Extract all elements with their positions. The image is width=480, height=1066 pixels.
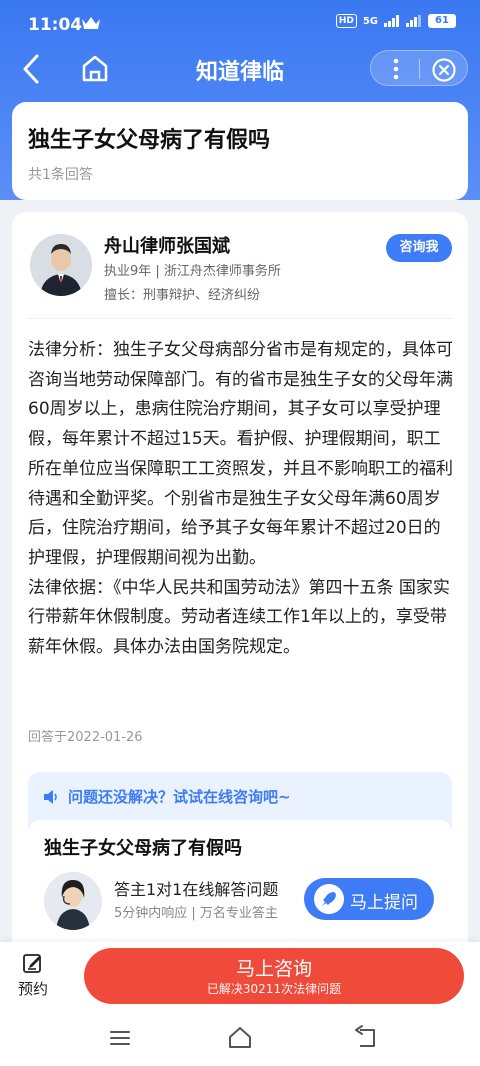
hd-badge: HD: [335, 14, 357, 28]
signal-icon: [384, 15, 399, 27]
agent-avatar: [44, 872, 102, 930]
speaker-icon: [44, 789, 57, 804]
divider: [28, 318, 452, 319]
promo-line-1: 答主1对1在线解答问题: [114, 880, 279, 899]
rocket-icon: [314, 884, 344, 914]
lawyer-meta: 执业9年 | 浙江舟杰律师事务所: [104, 264, 281, 279]
more-icon[interactable]: [387, 57, 405, 81]
question-card: 独生子女父母病了有假吗 共1条回答: [12, 102, 468, 200]
answer-count: 共1条回答: [28, 167, 93, 183]
answer-body: 法律分析：独生子女父母病部分省市是有规定的，具体可咨询当地劳动保障部门。有的省市…: [28, 336, 454, 663]
status-time: 11:04: [28, 15, 83, 35]
answer-basis: 法律依据：《中华人民共和国劳动法》第四十五条 国家实行带薪年休假制度。劳动者连续…: [28, 577, 450, 658]
navigation-bar: 知道律临: [0, 48, 480, 92]
edit-icon: [23, 954, 41, 973]
ask-now-button[interactable]: 马上提问: [304, 878, 434, 920]
reserve-button[interactable]: 预约: [10, 952, 56, 999]
capsule-divider: [419, 59, 420, 79]
close-icon[interactable]: [431, 57, 457, 83]
promo-heading-text: 问题还没解决？试试在线咨询吧~: [68, 788, 291, 806]
question-title: 独生子女父母病了有假吗: [28, 128, 271, 153]
answer-analysis: 法律分析：独生子女父母病部分省市是有规定的，具体可咨询当地劳动保障部门。有的省市…: [28, 340, 453, 568]
lawyer-name[interactable]: 舟山律师张国斌: [104, 232, 230, 258]
menu-icon[interactable]: [108, 1028, 132, 1048]
consult-now-label: 马上咨询: [235, 958, 312, 980]
lawyer-photo-icon: [30, 234, 92, 296]
promo-heading: 问题还没解决？试试在线咨询吧~: [42, 786, 291, 807]
system-home-icon[interactable]: [226, 1024, 254, 1050]
ask-now-label: 马上提问: [350, 893, 418, 913]
system-navigation: [0, 1022, 480, 1062]
system-back-icon[interactable]: [352, 1024, 380, 1050]
bottom-bar: 预约 马上咨询 已解决30211次法律问题: [0, 942, 480, 1066]
answer-date: 回答于2022-01-26: [28, 730, 143, 745]
consult-now-subtitle: 已解决30211次法律问题: [206, 982, 342, 996]
battery-icon: 61: [428, 14, 456, 28]
mini-program-capsule: [370, 50, 468, 86]
status-indicators: HD 5G 61: [335, 14, 456, 28]
promo-line-2: 5分钟内响应 | 万名专业答主: [114, 906, 278, 921]
promo-question-title: 独生子女父母病了有假吗: [44, 838, 242, 859]
agent-photo-icon: [44, 872, 102, 930]
lawyer-avatar[interactable]: [30, 234, 92, 296]
answer-card: 舟山律师张国斌 执业9年 | 浙江舟杰律师事务所 擅长：刑事辩护、经济纠纷 咨询…: [12, 212, 468, 972]
wifi-icon: [406, 15, 421, 27]
lawyer-skill: 擅长：刑事辩护、经济纠纷: [104, 288, 261, 303]
crown-icon: [82, 17, 100, 29]
status-bar: 11:04 HD 5G 61: [0, 0, 480, 48]
network-label: 5G: [362, 15, 378, 27]
consult-me-button[interactable]: 咨询我: [386, 234, 452, 262]
consult-now-button[interactable]: 马上咨询 已解决30211次法律问题: [84, 948, 464, 1004]
reserve-label: 预约: [17, 980, 48, 998]
